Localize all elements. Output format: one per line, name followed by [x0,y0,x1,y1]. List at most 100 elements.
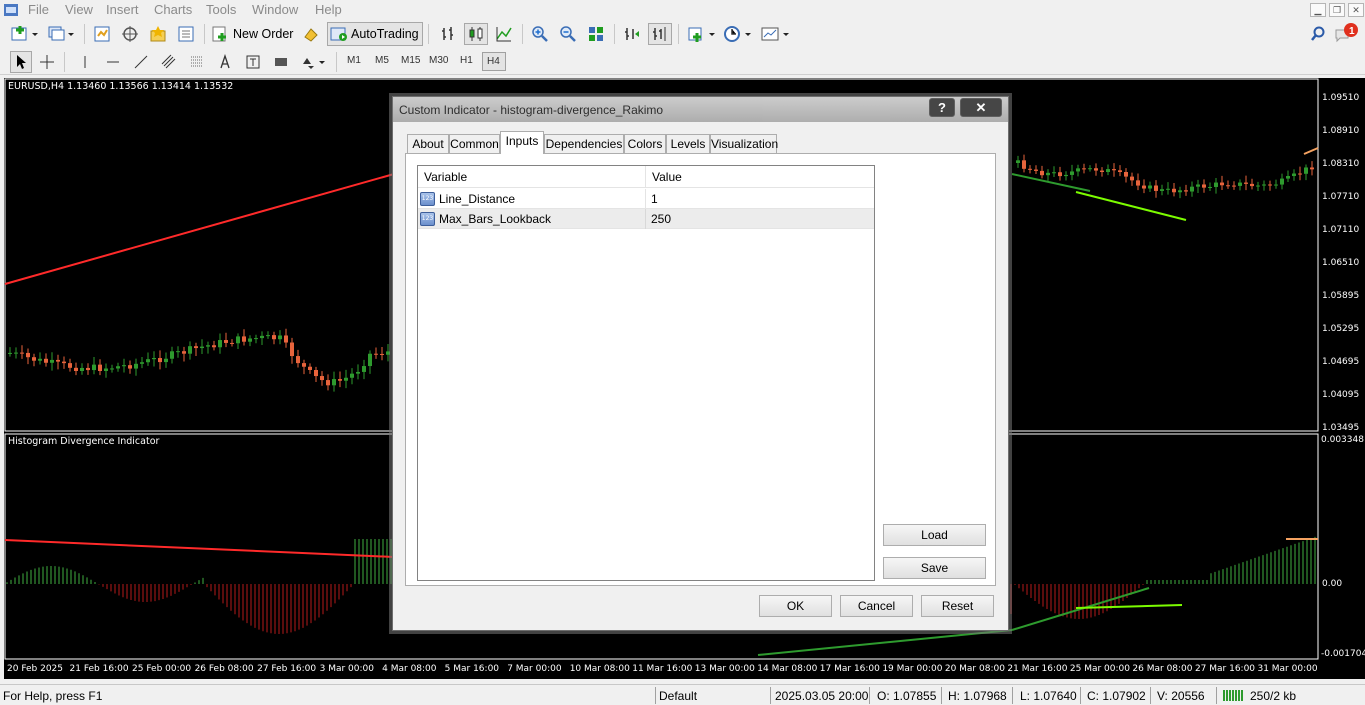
table-row[interactable]: 123 Max_Bars_Lookback 250 [418,209,874,229]
zoom-out-button[interactable] [556,23,580,45]
timeframe-m1[interactable]: M1 [343,52,365,71]
chart-shift-button[interactable] [620,23,644,45]
autotrading-icon [330,27,347,41]
timeframe-m15[interactable]: M15 [397,52,424,71]
candle-body [308,366,312,370]
column-header-variable[interactable]: Variable [418,166,646,188]
candle-body [92,364,96,371]
menu-bar: File View Insert Charts Tools Window Hel… [0,0,1365,20]
tab-about[interactable]: About [407,134,449,153]
candle-body [1256,185,1260,187]
menu-tools[interactable]: Tools [206,2,236,17]
trendline-button[interactable] [130,51,152,73]
crosshair-button[interactable] [36,51,58,73]
line-chart-button[interactable] [492,23,516,45]
market-watch-button[interactable] [90,23,114,45]
navigator-button[interactable] [146,23,170,45]
timeframe-h4[interactable]: H4 [482,52,506,71]
menu-view[interactable]: View [65,2,93,17]
tab-colors[interactable]: Colors [624,134,666,153]
ok-button[interactable]: OK [759,595,832,617]
candle-body [1112,169,1116,171]
menu-insert[interactable]: Insert [106,2,139,17]
column-header-value[interactable]: Value [646,166,874,188]
text-button[interactable] [214,51,236,73]
cursor-button[interactable] [10,51,32,73]
terminal-button[interactable] [174,23,198,45]
close-dialog-icon[interactable]: ✕ [960,98,1002,117]
candle-body [1298,173,1302,175]
indicators-button[interactable] [684,23,718,45]
param-value[interactable]: 250 [651,209,671,229]
notification-count: 1 [1349,26,1355,37]
tab-visualization[interactable]: Visualization [710,134,778,153]
auto-scroll-button[interactable] [648,23,672,45]
candle-body [218,340,222,348]
close-icon[interactable]: ✕ [1348,3,1364,17]
metaeditor-button[interactable] [299,23,323,45]
horizontal-line-button[interactable] [102,51,124,73]
menu-help[interactable]: Help [315,2,342,17]
tab-dependencies[interactable]: Dependencies [544,134,624,153]
save-button[interactable]: Save [883,557,986,579]
candle-body [1190,186,1194,192]
search-button[interactable] [1307,23,1329,45]
vertical-line-button[interactable] [74,51,96,73]
notifications-button[interactable]: 1 [1333,22,1361,44]
candle-body [1226,185,1230,187]
menu-window[interactable]: Window [252,2,298,17]
new-chart-button[interactable] [8,23,40,45]
candlestick-button[interactable] [464,23,488,45]
profiles-button[interactable] [44,23,76,45]
zoom-in-button[interactable] [528,23,552,45]
separator [1150,687,1151,704]
minimize-icon[interactable]: ▁ [1310,3,1326,17]
market-watch-icon [94,26,110,42]
candle-body [284,335,288,343]
templates-icon [761,27,789,41]
text-label-button[interactable] [242,51,264,73]
profile-name[interactable]: Default [659,689,697,703]
separator [336,52,337,72]
bar-chart-button[interactable] [436,23,460,45]
bar-high: H: 1.07968 [948,689,1007,703]
candle-body [38,358,42,361]
templates-button[interactable] [758,23,792,45]
timeframe-m5[interactable]: M5 [371,52,393,71]
candle-body [1064,174,1068,177]
autotrading-button[interactable]: AutoTrading [327,22,423,46]
rectangle-button[interactable] [270,51,292,73]
load-button[interactable]: Load [883,524,986,546]
candle-body [104,368,108,372]
dialog-titlebar[interactable]: Custom Indicator - histogram-divergence_… [393,97,1008,122]
timeframe-h1[interactable]: H1 [456,52,477,71]
reset-button[interactable]: Reset [921,595,994,617]
time-tick: 5 Mar 16:00 [444,664,500,674]
table-row[interactable]: 123 Line_Distance 1 [418,189,874,209]
tab-inputs[interactable]: Inputs [500,131,544,154]
price-tick: 1.04095 [1322,390,1360,400]
tab-levels[interactable]: Levels [666,134,710,153]
bar-datetime: 2025.03.05 20:00 [775,689,869,703]
new-chart-icon [11,26,38,41]
param-value[interactable]: 1 [651,189,658,209]
new-order-button[interactable]: New Order [210,23,296,45]
menu-charts[interactable]: Charts [154,2,192,17]
tab-common[interactable]: Common [449,134,500,153]
fibonacci-button[interactable] [186,51,208,73]
help-icon[interactable]: ? [929,98,955,117]
equidistant-channel-button[interactable] [158,51,180,73]
price-tick: 1.07710 [1322,192,1360,202]
data-window-button[interactable] [118,23,142,45]
tile-windows-button[interactable] [584,23,608,45]
timeframe-m30[interactable]: M30 [425,52,452,71]
periods-button[interactable] [720,23,754,45]
candle-body [242,336,246,342]
connection-bars-icon[interactable] [1222,689,1246,702]
cancel-button[interactable]: Cancel [840,595,913,617]
bullish-divergence-line-dark [1011,173,1091,192]
menu-file[interactable]: File [28,2,49,17]
arrows-button[interactable] [298,51,328,73]
candle-body [1076,168,1080,172]
restore-icon[interactable]: ❐ [1329,3,1345,17]
